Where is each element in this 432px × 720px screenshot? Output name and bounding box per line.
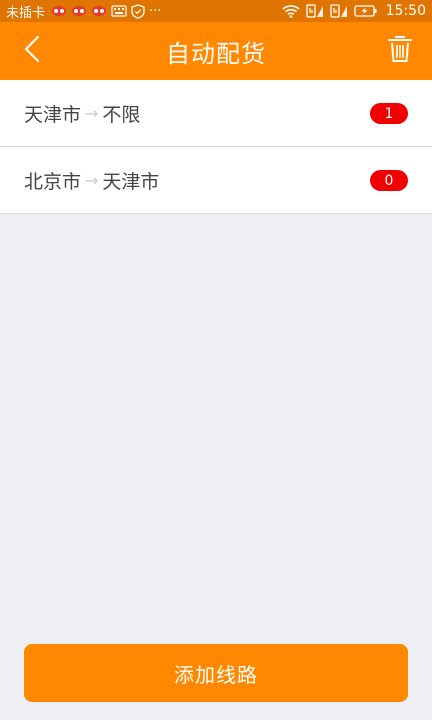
route-item[interactable]: 天津市 → 不限 1 <box>0 80 432 147</box>
add-route-button[interactable]: 添加线路 <box>24 644 408 702</box>
route-arrow: → <box>85 103 99 123</box>
route-origin: 天津市 <box>24 103 82 126</box>
route-origin: 北京市 <box>24 170 82 193</box>
page-title: 自动配货 <box>166 39 266 68</box>
wifi-icon <box>282 3 300 19</box>
route-item[interactable]: 北京市 → 天津市 0 <box>0 147 432 214</box>
screen: 未插卡 ··· 15:50 自动配货 天津市 → 不限 1 北京市 → 天津市 … <box>0 0 432 720</box>
delete-button[interactable] <box>380 31 420 71</box>
app-notification-icon <box>51 3 67 19</box>
status-right: 15:50 <box>282 3 426 19</box>
route-arrow: → <box>85 170 99 190</box>
count-badge: 1 <box>370 103 408 124</box>
more-notifications-text: ··· <box>149 3 162 19</box>
app-notification-icon <box>71 3 87 19</box>
route-destination: 不限 <box>102 103 141 126</box>
keyboard-icon <box>111 3 127 19</box>
carrier-text: 未插卡 <box>6 5 46 21</box>
chevron-left-icon <box>23 35 41 67</box>
route-label: 天津市 → 不限 <box>24 100 140 127</box>
route-label: 北京市 → 天津市 <box>24 167 159 194</box>
sim-signal-icon <box>305 3 324 19</box>
status-left: 未插卡 ··· <box>6 2 282 21</box>
shield-icon <box>131 3 145 19</box>
trash-icon <box>388 35 412 67</box>
back-button[interactable] <box>12 31 52 71</box>
count-badge: 0 <box>370 170 408 191</box>
sim-signal-icon <box>329 3 348 19</box>
route-list: 天津市 → 不限 1 北京市 → 天津市 0 <box>0 80 432 214</box>
route-destination: 天津市 <box>102 170 160 193</box>
clock-text: 15:50 <box>385 3 426 19</box>
battery-charging-icon <box>353 3 378 19</box>
app-notification-icon <box>91 3 107 19</box>
nav-bar: 自动配货 <box>0 22 432 80</box>
status-bar: 未插卡 ··· 15:50 <box>0 0 432 22</box>
